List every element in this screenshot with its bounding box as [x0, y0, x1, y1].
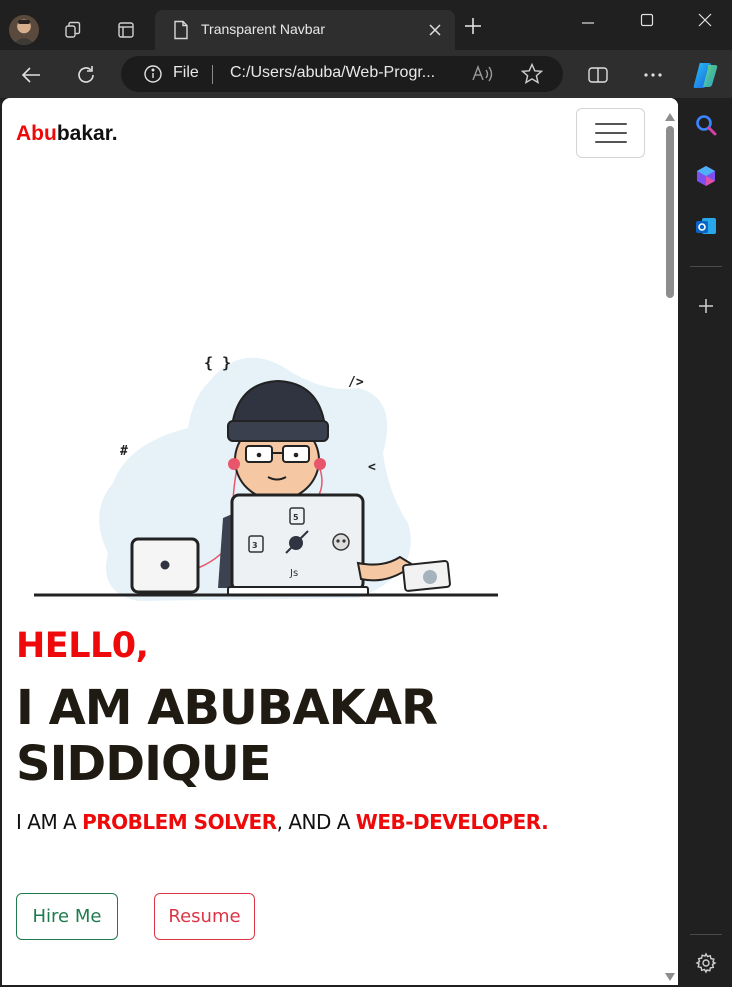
active-tab[interactable]: Transparent Navbar [155, 10, 455, 50]
edge-sidebar [680, 98, 732, 987]
scheme-label: File [173, 64, 199, 81]
address-bar[interactable]: File C:/Users/abuba/Web-Progr... [121, 56, 563, 92]
scroll-down-arrow-icon[interactable] [665, 966, 675, 985]
profile-avatar[interactable] [9, 15, 39, 45]
navbar-brand[interactable]: Abubakar. [16, 122, 118, 146]
hero-name: I AM ABUBAKAR SIDDIQUE [16, 680, 438, 792]
outlook-icon[interactable] [693, 213, 719, 239]
address-separator [212, 65, 213, 84]
tab-actions-icon[interactable] [111, 15, 141, 45]
add-icon[interactable] [693, 293, 719, 319]
url-text[interactable]: C:/Users/abuba/Web-Progr... [230, 64, 460, 82]
new-tab-plus-icon[interactable] [463, 16, 483, 40]
hamburger-line [595, 132, 627, 134]
copilot-icon[interactable] [690, 60, 720, 90]
hero-tagline: I AM A PROBLEM SOLVER, AND A WEB-DEVELOP… [16, 810, 549, 834]
tagline-mid: , AND A [276, 810, 356, 834]
scrollbar-thumb[interactable] [666, 126, 674, 298]
read-aloud-icon[interactable] [471, 63, 495, 89]
developer-illustration: { } /> # < 5 3 Js [34, 354, 498, 601]
navbar-toggler-button[interactable] [576, 108, 645, 158]
scroll-up-arrow-icon[interactable] [665, 106, 675, 125]
tab-title: Transparent Navbar [201, 21, 325, 37]
hire-me-button[interactable]: Hire Me [16, 893, 118, 940]
close-window-icon[interactable] [690, 8, 720, 32]
tagline-prefix: I AM A [16, 810, 83, 834]
browser-toolbar: File C:/Users/abuba/Web-Progr... [0, 50, 732, 98]
hash-symbol: # [120, 444, 128, 459]
svg-text:5: 5 [293, 513, 299, 522]
close-tab-icon[interactable] [427, 22, 443, 42]
braces-symbol: { } [204, 354, 231, 372]
title-bar: Transparent Navbar [0, 0, 732, 50]
copilot-designer-icon[interactable] [693, 163, 719, 189]
star-icon[interactable] [520, 62, 544, 90]
refresh-icon[interactable] [71, 60, 101, 90]
sidebar-divider [690, 266, 722, 267]
more-icon[interactable] [638, 60, 668, 90]
settings-icon[interactable] [693, 950, 719, 976]
search-icon[interactable] [693, 112, 719, 138]
js-label: Js [289, 568, 298, 579]
slash-tag-symbol: /> [348, 375, 364, 390]
page-viewport: Abubakar. { } /> # < 5 3 Js HELL0, I AM … [2, 98, 678, 985]
workspaces-icon[interactable] [58, 15, 88, 45]
maximize-icon[interactable] [632, 8, 662, 32]
brand-accent: Abu [16, 122, 57, 145]
minimize-icon[interactable] [573, 8, 603, 32]
page-icon [173, 20, 189, 44]
sidebar-divider-bottom [690, 934, 722, 935]
hamburger-line [595, 141, 627, 143]
resume-button[interactable]: Resume [154, 893, 255, 940]
tagline-highlight-web-developer: WEB-DEVELOPER. [355, 810, 549, 834]
chevron-symbol: < [368, 460, 376, 475]
info-icon[interactable] [143, 64, 163, 88]
split-screen-icon[interactable] [583, 60, 613, 90]
hamburger-line [595, 123, 627, 125]
tagline-highlight-problem-solver: PROBLEM SOLVER [82, 810, 277, 834]
hero-greeting: HELL0, [16, 626, 149, 666]
back-arrow-icon[interactable] [16, 60, 46, 90]
brand-rest: bakar. [56, 122, 118, 145]
vertical-scrollbar[interactable] [661, 98, 678, 985]
svg-text:3: 3 [252, 541, 258, 550]
